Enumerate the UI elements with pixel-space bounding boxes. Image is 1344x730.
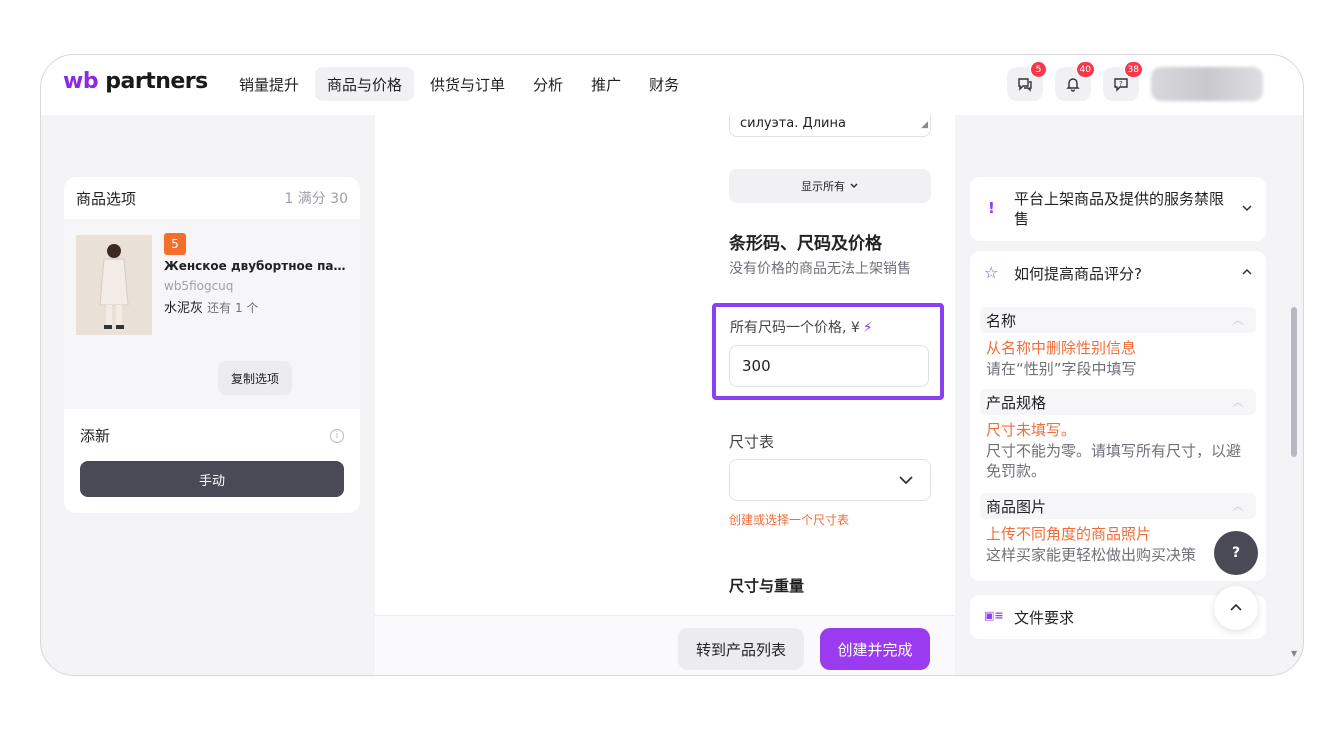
chevron-up-icon: ︿ [1231, 313, 1244, 327]
product-color: 水泥灰 还有 1 个 [164, 297, 258, 316]
nav-sales-boost[interactable]: 销量提升 [227, 67, 311, 101]
chat-button[interactable]: 5 [1007, 61, 1047, 101]
logo[interactable]: wb partners [63, 69, 208, 94]
price-label-text: 所有尺码一个价格, ¥ [730, 320, 860, 336]
header-icons: 5 40 ? 38 [1007, 61, 1263, 101]
support-button[interactable]: ? 38 [1103, 61, 1143, 101]
chevron-down-icon [1242, 205, 1252, 212]
rating-tips-card: ☆ 如何提高商品评分? 名称 ︿ 从名称中删除性别信息 请在“性别”字段中填写 … [970, 251, 1266, 581]
prohibited-goods-card[interactable]: ! 平台上架商品及提供的服务禁限售 [970, 177, 1266, 241]
price-label: 所有尺码一个价格, ¥ ⚡ [730, 317, 873, 337]
support-badge: 38 [1123, 61, 1143, 78]
size-weight-title: 尺寸与重量 [729, 577, 805, 595]
logo-wb: wb [63, 69, 99, 94]
add-new-label: 添新 [80, 427, 111, 445]
rating-tips-title: 如何提高商品评分? [1014, 265, 1142, 283]
product-form: силуэта. Длина ◢ 显示所有 条形码、尺码及价格 没有价格的商品无… [375, 115, 955, 675]
chevron-up-icon: ︿ [1231, 499, 1244, 513]
tip-images-error: 上传不同角度的商品照片 [986, 525, 1152, 543]
copy-option-button[interactable]: 复制选项 [218, 361, 292, 395]
app-window: wb partners 销量提升 商品与价格 供货与订单 分析 推广 财务 5 … [40, 54, 1304, 676]
file-requirements-label: 文件要求 [1014, 609, 1075, 627]
show-all-button[interactable]: 显示所有 [729, 169, 931, 203]
chevron-up-icon: ︿ [1231, 395, 1244, 409]
price-input[interactable]: 300 [729, 345, 929, 387]
tip-images-desc: 这样买家能更轻松做出购买决策 [986, 546, 1197, 564]
size-table-label: 尺寸表 [729, 433, 775, 451]
show-all-label: 显示所有 [801, 180, 845, 193]
product-options-card: 商品选项 1 满分 30 5 Женское двубортное пальто… [64, 177, 360, 513]
tip-images-title[interactable]: 商品图片 ︿ [980, 493, 1256, 519]
tip-spec-label: 产品规格 [986, 393, 1047, 412]
nav-supply-orders[interactable]: 供货与订单 [418, 67, 517, 101]
chevron-down-icon [850, 183, 858, 189]
chevron-up-icon [1230, 603, 1242, 611]
tip-spec-title[interactable]: 产品规格 ︿ [980, 389, 1256, 415]
tip-name-desc: 请在“性别”字段中填写 [986, 360, 1137, 378]
nav-promotion[interactable]: 推广 [579, 67, 633, 101]
support-icon: ? [1114, 78, 1128, 92]
document-icon: ▣≡ [984, 609, 1004, 622]
star-icon: ☆ [984, 263, 999, 282]
manual-button[interactable]: 手动 [80, 461, 344, 497]
description-textarea[interactable]: силуэта. Длина ◢ [729, 115, 931, 137]
svg-text:?: ? [1119, 80, 1123, 88]
product-sku: wb5fiogcuq [164, 279, 234, 293]
go-to-product-list-button[interactable]: 转到产品列表 [678, 628, 804, 670]
price-field-group: 所有尺码一个价格, ¥ ⚡ 300 [712, 303, 944, 400]
lightning-icon: ⚡ [862, 320, 873, 336]
tip-images-label: 商品图片 [986, 497, 1047, 516]
create-and-finish-button[interactable]: 创建并完成 [820, 628, 930, 670]
resize-handle-icon[interactable]: ◢ [921, 116, 928, 134]
logo-partners: partners [105, 69, 208, 94]
exclamation-icon: ! [988, 199, 995, 217]
tip-name-label: 名称 [986, 311, 1017, 330]
scroll-top-button[interactable] [1214, 586, 1258, 630]
bell-icon [1066, 78, 1080, 92]
price-value: 300 [742, 357, 771, 375]
chat-badge: 5 [1030, 61, 1047, 78]
tip-spec-error: 尺寸未填写。 [986, 421, 1077, 439]
size-table-hint: 创建或选择一个尺寸表 [729, 513, 850, 527]
top-header: wb partners 销量提升 商品与价格 供货与订单 分析 推广 财务 5 … [41, 55, 1303, 115]
options-title: 商品选项 [76, 189, 137, 208]
options-header: 商品选项 1 满分 30 [64, 177, 360, 219]
tip-name-error: 从名称中删除性别信息 [986, 339, 1137, 357]
add-new-row: 添新 i [80, 425, 344, 446]
prohibited-goods-text: 平台上架商品及提供的服务禁限售 [1014, 190, 1225, 228]
help-button[interactable]: ? [1214, 531, 1258, 575]
form-footer: 转到产品列表 创建并完成 [375, 615, 955, 675]
product-title: Женское двубортное пальто... [164, 259, 350, 273]
nav-analytics[interactable]: 分析 [521, 67, 575, 101]
description-text: силуэта. Длина [740, 116, 846, 131]
main-nav: 销量提升 商品与价格 供货与订单 分析 推广 财务 [227, 67, 691, 101]
product-color-value: 水泥灰 [164, 301, 204, 316]
chevron-down-icon [899, 476, 913, 485]
product-number-badge: 5 [164, 233, 186, 255]
product-thumbnail [76, 235, 152, 335]
options-count: 1 满分 30 [284, 191, 348, 207]
barcode-size-price-title: 条形码、尺码及价格 [729, 234, 882, 254]
product-option-item[interactable]: 5 Женское двубортное пальто... wb5fiogcu… [64, 219, 360, 409]
scroll-down-arrow-icon[interactable]: ▼ [1291, 649, 1297, 658]
notifications-badge: 40 [1075, 61, 1095, 78]
size-table-select[interactable] [729, 459, 931, 501]
account-avatar[interactable] [1151, 67, 1263, 101]
notifications-button[interactable]: 40 [1055, 61, 1095, 101]
chevron-up-icon[interactable] [1240, 265, 1254, 279]
chat-icon [1018, 78, 1032, 92]
product-more: 还有 1 个 [207, 301, 259, 315]
scrollbar-thumb[interactable] [1291, 307, 1297, 457]
info-icon[interactable]: i [330, 428, 344, 443]
tip-name-title[interactable]: 名称 ︿ [980, 307, 1256, 333]
nav-finance[interactable]: 财务 [637, 67, 691, 101]
price-required-note: 没有价格的商品无法上架销售 [729, 261, 911, 277]
tip-spec-desc: 尺寸不能为零。请填写所有尺寸，以避免罚款。 [986, 442, 1242, 480]
nav-products-prices[interactable]: 商品与价格 [315, 67, 415, 101]
